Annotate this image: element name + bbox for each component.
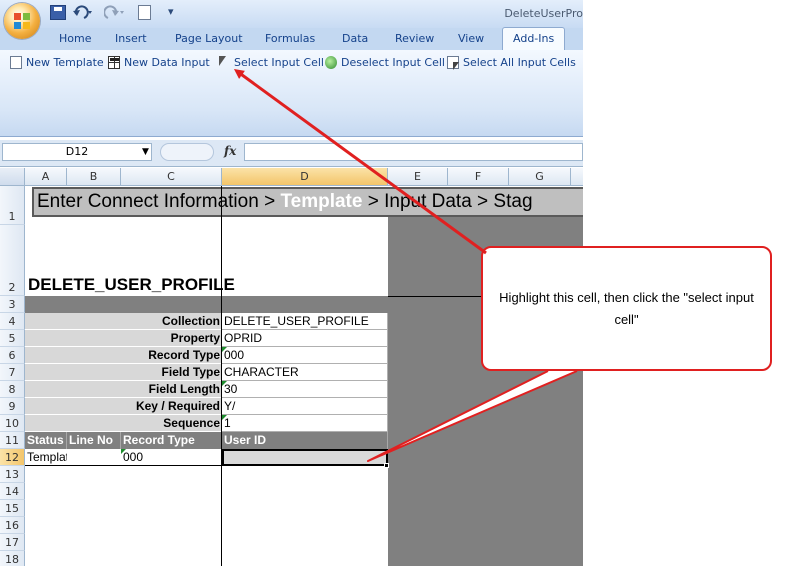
formula-bar-divider <box>160 143 214 161</box>
ribbon-body: New Template New Data Input Select Input… <box>0 50 583 137</box>
value-key-required[interactable]: Y/ <box>222 398 388 415</box>
table-icon <box>108 56 120 69</box>
undo-icon[interactable] <box>72 5 94 21</box>
tab-data[interactable]: Data <box>342 32 368 45</box>
label-property: Property <box>25 330 222 347</box>
header-status: Status <box>25 432 67 449</box>
office-button[interactable] <box>4 3 40 39</box>
name-box[interactable]: D12 <box>2 143 152 161</box>
column-header-b[interactable]: B <box>67 168 121 186</box>
tab-page-layout[interactable]: Page Layout <box>175 32 243 45</box>
document-icon <box>10 56 22 69</box>
tab-insert[interactable]: Insert <box>115 32 147 45</box>
title-bar: ▾ DeleteUserPro <box>0 0 583 39</box>
cell-c12-record-type[interactable]: 000 <box>121 449 222 466</box>
profile-title: DELETE_USER_PROFILE <box>28 275 235 294</box>
new-template-button[interactable]: New Template <box>10 56 104 74</box>
column-header-c[interactable]: C <box>121 168 222 186</box>
label-record-type: Record Type <box>25 347 222 364</box>
instruction-callout: Highlight this cell, then click the "sel… <box>481 246 772 371</box>
value-collection[interactable]: DELETE_USER_PROFILE <box>222 313 388 330</box>
row-header-2[interactable]: 2 <box>0 225 25 296</box>
formula-input[interactable] <box>244 143 583 161</box>
select-all-input-cells-button[interactable]: Select All Input Cells <box>447 56 576 74</box>
select-all-corner[interactable] <box>0 168 25 186</box>
row-header-6[interactable]: 6 <box>0 347 25 364</box>
column-divider <box>221 186 222 566</box>
new-data-input-button[interactable]: New Data Input <box>108 56 210 74</box>
tab-add-ins[interactable]: Add-Ins <box>502 27 566 50</box>
value-field-length[interactable]: 30 <box>222 381 388 398</box>
value-sequence[interactable]: 1 <box>222 415 388 432</box>
label-collection: Collection <box>25 313 222 330</box>
cursor-icon <box>218 56 230 69</box>
row-header-5[interactable]: 5 <box>0 330 25 347</box>
insert-function-icon[interactable]: fx <box>224 144 236 158</box>
row-header-14[interactable]: 14 <box>0 483 25 500</box>
select-input-cell-button[interactable]: Select Input Cell <box>218 56 324 74</box>
column-header-g[interactable]: G <box>509 168 571 186</box>
ribbon-tabs: Home Insert Page Layout Formulas Data Re… <box>0 27 583 51</box>
row-header-15[interactable]: 15 <box>0 500 25 517</box>
row-header-11[interactable]: 11 <box>0 432 25 449</box>
column-header-f[interactable]: F <box>448 168 509 186</box>
multi-cursor-icon <box>447 56 459 70</box>
row-header-16[interactable]: 16 <box>0 517 25 534</box>
deselect-input-cell-button[interactable]: Deselect Input Cell <box>325 56 445 74</box>
window-title: DeleteUserPro <box>504 7 583 20</box>
row-header-7[interactable]: 7 <box>0 364 25 381</box>
value-property[interactable]: OPRID <box>222 330 388 347</box>
tab-review[interactable]: Review <box>395 32 434 45</box>
row-header-10[interactable]: 10 <box>0 415 25 432</box>
column-header-e[interactable]: E <box>388 168 448 186</box>
chevron-down-icon[interactable]: ▼ <box>142 143 149 161</box>
row-header-9[interactable]: 9 <box>0 398 25 415</box>
tab-home[interactable]: Home <box>59 32 91 45</box>
header-line-no: Line No <box>67 432 121 449</box>
column-header-h[interactable] <box>571 168 583 186</box>
value-record-type[interactable]: 000 <box>222 347 388 364</box>
value-field-type[interactable]: CHARACTER <box>222 364 388 381</box>
fill-handle[interactable] <box>384 463 389 468</box>
green-circle-icon <box>325 56 337 69</box>
current-step: Template <box>280 191 363 212</box>
formula-bar: D12 ▼ fx <box>0 140 583 167</box>
new-document-icon[interactable] <box>138 5 151 20</box>
row-header-17[interactable]: 17 <box>0 534 25 551</box>
cell-a12-status[interactable]: Template <box>25 449 67 466</box>
customize-quick-access-icon[interactable]: ▾ <box>168 5 174 21</box>
label-key-required: Key / Required <box>25 398 222 415</box>
label-field-type: Field Type <box>25 364 222 381</box>
row-header-4[interactable]: 4 <box>0 313 25 330</box>
label-sequence: Sequence <box>25 415 222 432</box>
header-user-id: User ID <box>222 432 388 449</box>
cell-d12-user-id-selected[interactable] <box>222 449 388 466</box>
row-header-3[interactable]: 3 <box>0 296 25 313</box>
office-logo-icon <box>14 13 30 29</box>
label-field-length: Field Length <box>25 381 222 398</box>
row-header-1[interactable]: 1 <box>0 186 25 225</box>
tab-formulas[interactable]: Formulas <box>265 32 315 45</box>
row3-gray-band <box>25 296 388 313</box>
workflow-breadcrumb-banner: Enter Connect Information > Template > I… <box>32 187 583 217</box>
row-header-12[interactable]: 12 <box>0 449 25 466</box>
redo-icon[interactable] <box>104 5 126 21</box>
row-header-13[interactable]: 13 <box>0 466 25 483</box>
cell-b12-line-no[interactable] <box>67 449 121 466</box>
tab-view[interactable]: View <box>458 32 484 45</box>
save-icon[interactable] <box>50 5 66 20</box>
header-record-type: Record Type <box>121 432 222 449</box>
column-header-a[interactable]: A <box>25 168 67 186</box>
column-header-d[interactable]: D <box>222 168 388 186</box>
row-header-8[interactable]: 8 <box>0 381 25 398</box>
row-header-18[interactable]: 18 <box>0 551 25 566</box>
